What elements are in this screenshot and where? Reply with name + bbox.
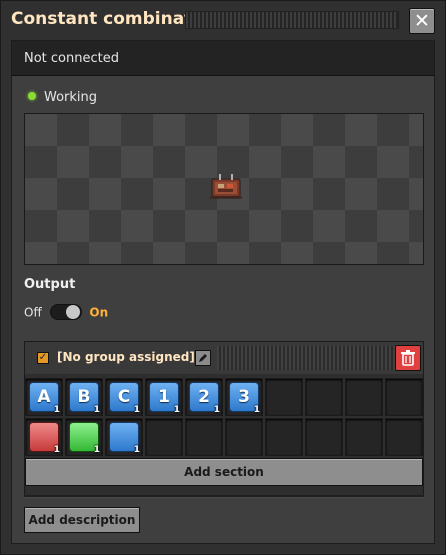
delete-section-button[interactable] <box>395 345 421 371</box>
signal-slot[interactable]: 1 <box>105 418 143 456</box>
signal-count: 1 <box>53 405 60 415</box>
pencil-icon <box>199 354 207 362</box>
empty-signal-slot[interactable] <box>265 418 303 456</box>
empty-signal-slot[interactable] <box>305 418 343 456</box>
switch-on-label: On <box>89 305 109 320</box>
empty-signal-slot[interactable] <box>385 418 423 456</box>
signal-section: ✓ [No group assigned] A 1 B 1 C 1 1 1 2 … <box>24 341 424 497</box>
add-section-button[interactable]: Add section <box>25 458 423 486</box>
close-button[interactable]: ✕ <box>409 8 435 34</box>
empty-signal-slot[interactable] <box>305 378 343 416</box>
signal-count: 1 <box>93 405 100 415</box>
section-enabled-checkbox[interactable]: ✓ <box>37 352 49 364</box>
signal-slot[interactable]: 1 <box>65 418 103 456</box>
working-label: Working <box>44 90 98 105</box>
signal-slot[interactable]: 1 1 <box>145 378 183 416</box>
entity-preview <box>24 113 424 265</box>
group-label[interactable]: [No group assigned] <box>57 350 195 364</box>
title-bar[interactable]: Constant combinator ✕ <box>1 1 445 39</box>
window-title: Constant combinator <box>11 9 213 29</box>
constant-combinator-icon <box>210 174 242 199</box>
signal-count: 1 <box>133 405 140 415</box>
rename-group-button[interactable] <box>195 350 211 366</box>
signal-count: 1 <box>213 405 220 415</box>
signal-slot[interactable]: C 1 <box>105 378 143 416</box>
output-toggle-switch[interactable] <box>49 304 82 320</box>
empty-signal-slot[interactable] <box>345 378 383 416</box>
main-panel: Not connected Working Output Off On ✓ [N… <box>11 40 435 544</box>
divider <box>24 495 424 498</box>
working-status: Working <box>28 90 97 105</box>
constant-combinator-window: Constant combinator ✕ Not connected Work… <box>0 0 446 555</box>
signal-count: 1 <box>53 445 60 455</box>
status-light-icon <box>28 92 36 100</box>
signal-count: 1 <box>133 445 140 455</box>
empty-signal-slot[interactable] <box>265 378 303 416</box>
trash-icon <box>401 350 415 366</box>
signal-slot[interactable]: 2 1 <box>185 378 223 416</box>
empty-signal-slot[interactable] <box>185 418 223 456</box>
switch-off-label: Off <box>24 305 42 320</box>
empty-signal-slot[interactable] <box>385 378 423 416</box>
output-heading: Output <box>24 277 76 292</box>
close-icon: ✕ <box>414 10 430 32</box>
signal-count: 1 <box>253 405 260 415</box>
empty-signal-slot[interactable] <box>225 418 263 456</box>
section-header: ✓ [No group assigned] <box>25 342 423 374</box>
add-description-button[interactable]: Add description <box>24 507 140 533</box>
signal-count: 1 <box>173 405 180 415</box>
signal-slot[interactable]: 3 1 <box>225 378 263 416</box>
signal-slot[interactable]: B 1 <box>65 378 103 416</box>
connection-status: Not connected <box>24 51 119 66</box>
signal-slot[interactable]: 1 <box>25 418 63 456</box>
signal-count: 1 <box>93 445 100 455</box>
empty-signal-slot[interactable] <box>145 418 183 456</box>
output-switch-row: Off On <box>24 304 108 322</box>
section-drag-handle[interactable] <box>217 346 395 370</box>
signal-slot[interactable]: A 1 <box>25 378 63 416</box>
connection-status-bar: Not connected <box>12 41 434 76</box>
switch-knob <box>65 305 80 319</box>
drag-handle[interactable] <box>185 11 399 29</box>
empty-signal-slot[interactable] <box>345 418 383 456</box>
